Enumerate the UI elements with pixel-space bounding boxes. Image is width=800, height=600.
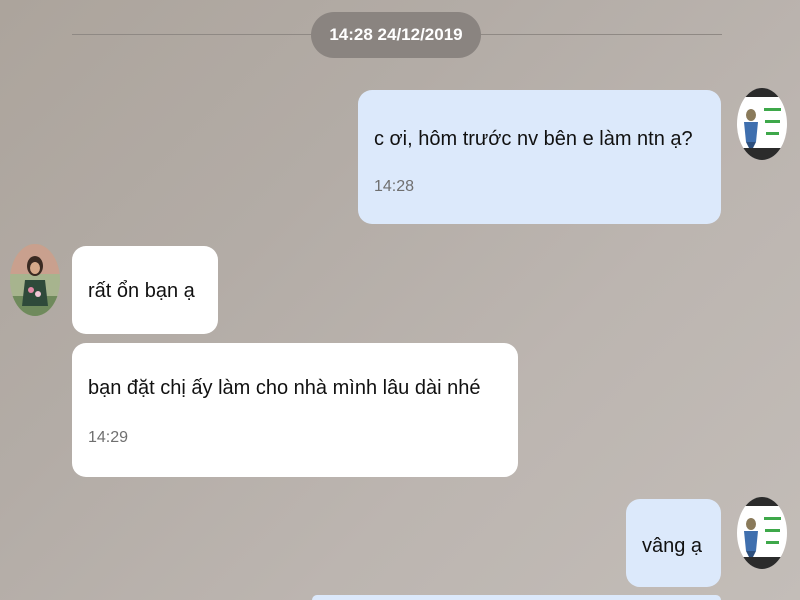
user-photo-avatar-icon: [10, 244, 60, 316]
message-text: bạn đặt chị ấy làm cho nhà mình lâu dài …: [88, 377, 481, 399]
message-timestamp: 14:29: [88, 429, 129, 446]
message-timestamp: 14:28: [374, 178, 415, 195]
message-text: c ơi, hôm trước nv bên e làm ntn ạ?: [374, 128, 693, 150]
message-bubble-incoming[interactable]: bạn đặt chị ấy làm cho nhà mình lâu dài …: [72, 343, 518, 477]
message-text: vâng ạ: [642, 535, 703, 557]
self-avatar[interactable]: [737, 88, 787, 160]
message-bubble-outgoing[interactable]: c ơi, hôm trước nv bên e làm ntn ạ? 14:2…: [358, 90, 721, 224]
contact-avatar[interactable]: [10, 244, 60, 316]
self-avatar[interactable]: [737, 497, 787, 569]
message-bubble-incoming[interactable]: rất ổn bạn ạ: [72, 246, 218, 334]
date-divider-pill: 14:28 24/12/2019: [311, 12, 481, 58]
message-text: rất ổn bạn ạ: [88, 280, 195, 302]
message-bubble-outgoing-partial[interactable]: [312, 595, 721, 600]
company-logo-avatar-icon: [737, 497, 787, 569]
company-logo-avatar-icon: [737, 88, 787, 160]
message-bubble-outgoing[interactable]: vâng ạ: [626, 499, 721, 587]
